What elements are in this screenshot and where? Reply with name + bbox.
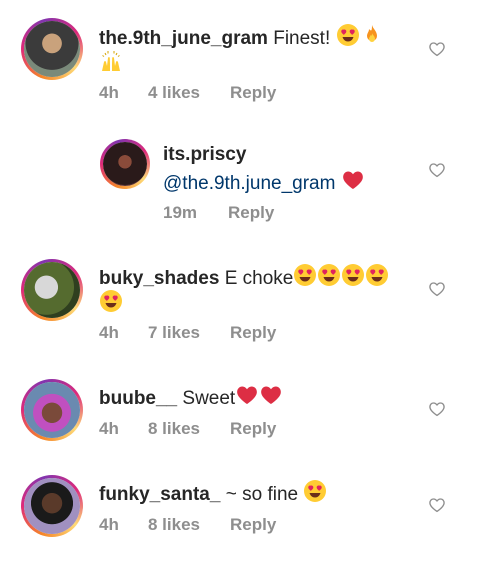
comment-likes[interactable]: 7 likes xyxy=(148,323,200,343)
heart-eyes-emoji xyxy=(341,263,365,287)
like-heart-icon[interactable] xyxy=(428,400,446,418)
avatar[interactable] xyxy=(21,379,83,441)
comment-item: buube__ Sweet 4h 8 likes Reply xyxy=(0,370,480,460)
comment-text: the.9th_june_gram Finest! xyxy=(99,23,384,51)
comment-item: buky_shades E choke 4h 7 likes Reply xyxy=(0,250,480,360)
comment-time: 4h xyxy=(99,83,119,102)
comment-text-line2 xyxy=(99,49,123,77)
comment-username[interactable]: its.priscy xyxy=(163,144,246,165)
avatar[interactable] xyxy=(100,139,150,189)
comment-time: 4h xyxy=(99,323,119,342)
comment-time: 19m xyxy=(163,203,198,222)
comment-username[interactable]: buky_shades xyxy=(99,268,219,289)
heart-eyes-emoji xyxy=(99,289,123,313)
reply-button[interactable]: Reply xyxy=(230,83,276,103)
like-heart-icon[interactable] xyxy=(428,161,446,179)
heart-eyes-emoji xyxy=(365,263,389,287)
mention-link[interactable]: @the.9th.june_gram xyxy=(163,173,335,194)
avatar[interactable] xyxy=(21,18,83,80)
avatar[interactable] xyxy=(21,475,83,537)
like-heart-icon[interactable] xyxy=(428,280,446,298)
reply-button[interactable]: Reply xyxy=(228,203,274,223)
comment-body: E choke xyxy=(224,268,294,289)
comment-body: Finest! xyxy=(273,28,331,49)
comment-item: funky_santa_ ~ so fine 4h 8 likes Reply xyxy=(0,466,480,562)
comment-body: Sweet xyxy=(182,388,236,409)
comment-username[interactable]: funky_santa_ xyxy=(99,484,220,505)
heart-eyes-emoji xyxy=(317,263,341,287)
raising-hands-emoji xyxy=(99,49,123,73)
heart-eyes-emoji xyxy=(293,263,317,287)
avatar[interactable] xyxy=(21,259,83,321)
comment-text: funky_santa_ ~ so fine xyxy=(99,479,327,507)
comment-text-line2 xyxy=(99,289,123,317)
comment-likes[interactable]: 4 likes xyxy=(148,83,200,103)
red-heart-emoji xyxy=(259,383,283,407)
reply-button[interactable]: Reply xyxy=(230,323,276,343)
reply-comment-item: its.priscy @the.9th.june_gram 19m Reply xyxy=(0,130,480,240)
comment-username[interactable]: buube__ xyxy=(99,388,177,409)
comment-text: buky_shades E choke xyxy=(99,263,389,291)
comment-likes[interactable]: 8 likes xyxy=(148,515,200,535)
comment-body: ~ so fine xyxy=(225,484,299,505)
heart-eyes-emoji xyxy=(303,479,327,503)
comment-text: buube__ Sweet xyxy=(99,383,283,411)
comment-likes[interactable]: 8 likes xyxy=(148,419,200,439)
comment-time: 4h xyxy=(99,419,119,438)
red-heart-emoji xyxy=(341,168,365,192)
comment-username[interactable]: the.9th_june_gram xyxy=(99,28,268,49)
reply-button[interactable]: Reply xyxy=(230,515,276,535)
comment-time: 4h xyxy=(99,515,119,534)
like-heart-icon[interactable] xyxy=(428,40,446,58)
comment-text: its.priscy xyxy=(163,143,246,167)
heart-eyes-emoji xyxy=(336,23,360,47)
comment-text-line2: @the.9th.june_gram xyxy=(163,168,365,196)
like-heart-icon[interactable] xyxy=(428,496,446,514)
comment-item: the.9th_june_gram Finest! 4h 4 likes Rep… xyxy=(0,0,480,120)
fire-emoji xyxy=(360,23,384,47)
reply-button[interactable]: Reply xyxy=(230,419,276,439)
red-heart-emoji xyxy=(235,383,259,407)
